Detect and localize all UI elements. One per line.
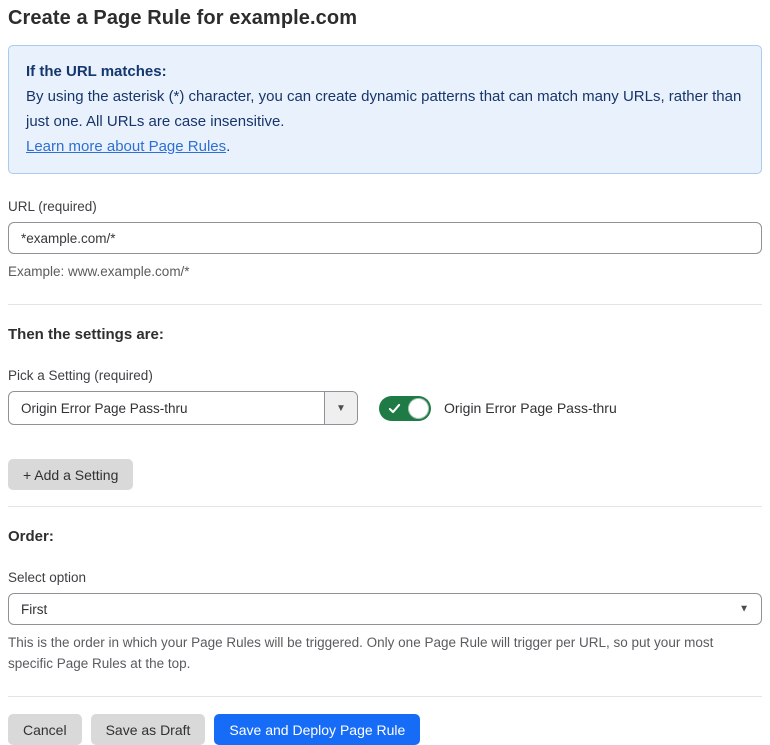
order-select-value: First	[21, 601, 48, 617]
divider	[8, 304, 762, 305]
url-match-info-box: If the URL matches: By using the asteris…	[8, 45, 762, 174]
divider	[8, 506, 762, 507]
url-example-helper: Example: www.example.com/*	[8, 264, 190, 279]
order-helper-text: This is the order in which your Page Rul…	[8, 635, 714, 671]
setting-dropdown-arrow-button[interactable]: ▼	[324, 392, 357, 424]
cancel-button[interactable]: Cancel	[8, 714, 82, 745]
order-select-label: Select option	[8, 570, 87, 585]
setting-dropdown-value: Origin Error Page Pass-thru	[21, 400, 188, 416]
settings-section-heading: Then the settings are:	[8, 326, 164, 343]
info-box-body: By using the asterisk (*) character, you…	[26, 88, 742, 130]
save-as-draft-button[interactable]: Save as Draft	[90, 714, 206, 745]
setting-dropdown[interactable]: Origin Error Page Pass-thru ▼	[8, 391, 358, 425]
chevron-down-icon: ▼	[336, 402, 346, 414]
link-suffix: .	[226, 138, 231, 155]
info-box-link-line: Learn more about Page Rules.	[26, 134, 744, 159]
divider	[8, 696, 762, 697]
save-and-deploy-button[interactable]: Save and Deploy Page Rule	[214, 714, 421, 745]
footer-actions: Cancel Save as Draft Save and Deploy Pag…	[8, 714, 762, 745]
url-input[interactable]	[8, 222, 762, 254]
order-select[interactable]: First ▼	[8, 593, 762, 625]
toggle-label: Origin Error Page Pass-thru	[444, 400, 617, 416]
learn-more-link[interactable]: Learn more about Page Rules	[26, 138, 226, 155]
url-field-label: URL (required)	[8, 199, 97, 214]
order-section-heading: Order:	[8, 528, 54, 545]
add-setting-button[interactable]: + Add a Setting	[8, 459, 134, 490]
toggle-knob	[408, 397, 429, 419]
info-box-heading: If the URL matches:	[26, 63, 167, 80]
chevron-down-icon: ▼	[739, 603, 749, 615]
setting-toggle[interactable]	[379, 395, 431, 421]
check-icon	[388, 403, 401, 413]
page-title: Create a Page Rule for example.com	[8, 7, 358, 29]
pick-setting-label: Pick a Setting (required)	[8, 368, 153, 383]
setting-row: Origin Error Page Pass-thru ▼ Origin Err…	[8, 391, 762, 425]
